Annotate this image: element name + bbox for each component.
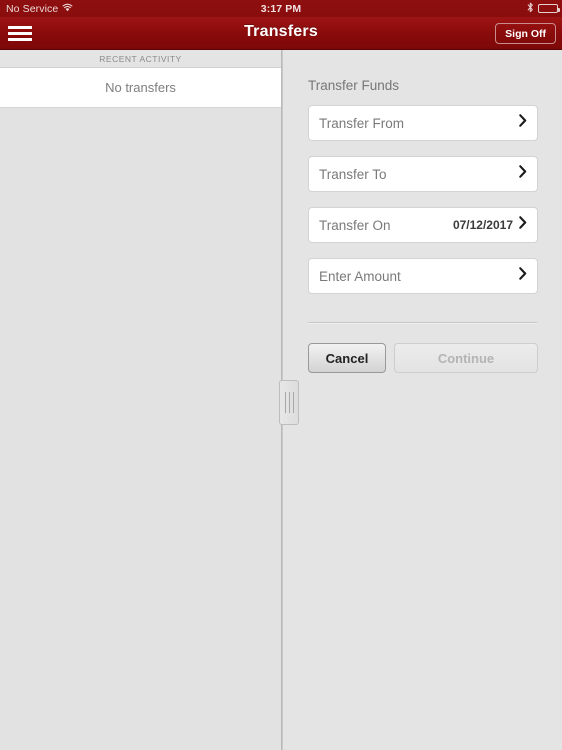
- content-area: RECENT ACTIVITY No transfers Transfer Fu…: [0, 50, 562, 750]
- transfer-funds-title: Transfer Funds: [308, 78, 400, 93]
- transfer-from-label: Transfer From: [319, 115, 405, 131]
- transfer-on-value: 07/12/2017: [452, 218, 513, 232]
- recent-activity-pane: RECENT ACTIVITY No transfers: [0, 50, 281, 750]
- row-spacer: [283, 192, 562, 195]
- enter-amount-label: Enter Amount: [319, 268, 401, 284]
- left-pane-filler: [0, 108, 281, 749]
- battery-icon: [538, 4, 560, 13]
- transfers-screen: No Service 3:17 PM Transfers Sign Off RE…: [0, 0, 562, 750]
- sign-off-button[interactable]: Sign Off: [495, 23, 556, 44]
- section-divider: [308, 322, 537, 324]
- navigation-bar: Transfers Sign Off: [0, 17, 562, 50]
- clock-label: 3:17 PM: [260, 2, 302, 15]
- chevron-right-icon: [519, 165, 527, 183]
- status-bar: No Service 3:17 PM: [0, 0, 562, 17]
- status-bar-right: [527, 0, 560, 17]
- transfer-on-row[interactable]: Transfer On 07/12/2017: [308, 207, 538, 243]
- drag-handle-icon[interactable]: [279, 380, 299, 425]
- row-spacer: [283, 243, 562, 246]
- continue-button: Continue: [394, 343, 538, 373]
- chevron-right-icon: [519, 114, 527, 132]
- no-transfers-label: No transfers: [105, 80, 176, 95]
- recent-activity-header: RECENT ACTIVITY: [0, 50, 281, 68]
- transfer-on-label: Transfer On: [319, 217, 391, 233]
- bluetooth-icon: [527, 2, 534, 16]
- no-transfers-row[interactable]: No transfers: [0, 68, 281, 108]
- transfer-to-row[interactable]: Transfer To: [308, 156, 538, 192]
- transfer-funds-pane: Transfer Funds Transfer From Transfer To…: [282, 50, 562, 750]
- action-button-row: Cancel Continue: [308, 343, 538, 373]
- enter-amount-row[interactable]: Enter Amount: [308, 258, 538, 294]
- transfer-to-label: Transfer To: [319, 166, 387, 182]
- page-title: Transfers: [244, 23, 318, 40]
- chevron-right-icon: [519, 216, 527, 234]
- row-spacer: [283, 141, 562, 144]
- chevron-right-icon: [519, 267, 527, 285]
- transfer-from-row[interactable]: Transfer From: [308, 105, 538, 141]
- cancel-button[interactable]: Cancel: [308, 343, 386, 373]
